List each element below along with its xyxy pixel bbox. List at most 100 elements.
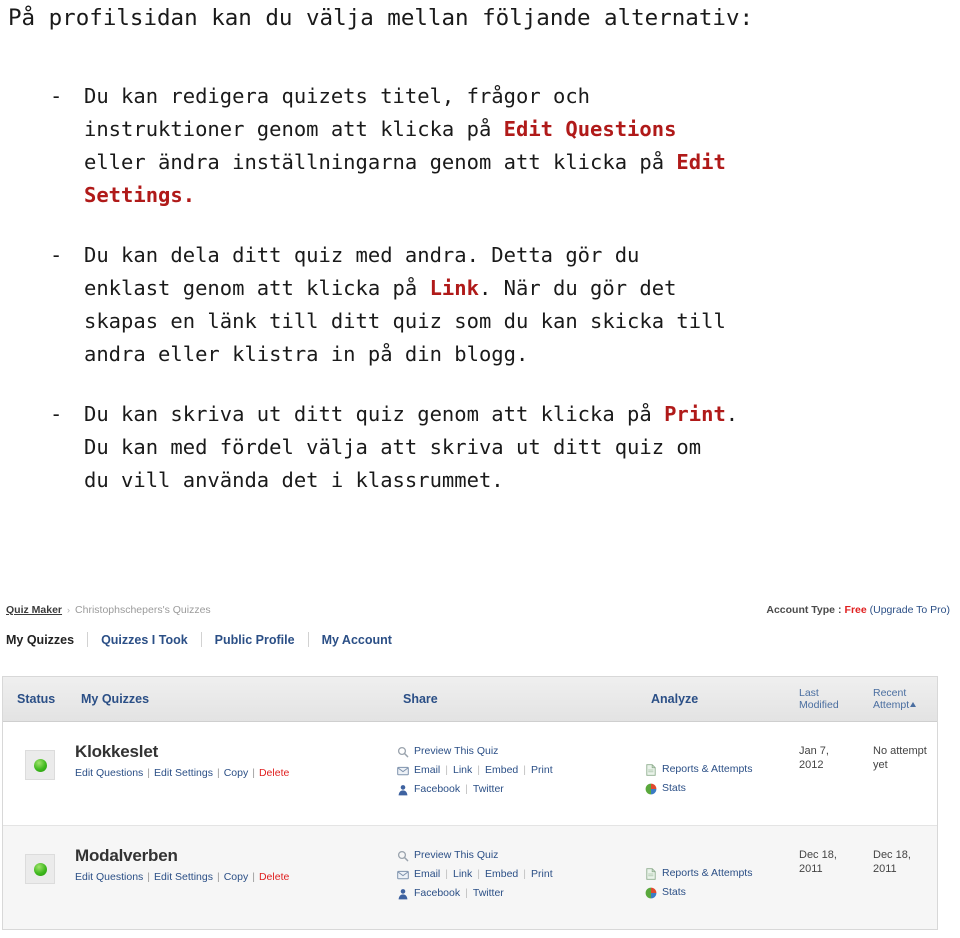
last-modified-value-line2: 2011: [799, 863, 823, 875]
search-icon: [397, 850, 409, 862]
cell-recent-attempt: No attempt yet: [867, 722, 937, 772]
bullet-item: - Du kan dela ditt quiz med andra. Detta …: [42, 239, 952, 371]
recent-attempt-line2: Attempt: [873, 699, 910, 711]
analyze-stats-row: Stats: [645, 779, 793, 798]
print-link[interactable]: Print: [531, 865, 553, 884]
action-separator: |: [216, 871, 220, 883]
breadcrumb-root-link[interactable]: Quiz Maker: [6, 604, 62, 616]
status-badge[interactable]: [25, 750, 55, 780]
reports-attempts-link[interactable]: Reports & Attempts: [662, 760, 752, 779]
person-icon: [397, 784, 409, 796]
edit-settings-link[interactable]: Edit Settings: [154, 871, 213, 883]
tab-quizzes-i-took[interactable]: Quizzes I Took: [88, 633, 201, 647]
embedded-app-screenshot: Quiz Maker › Christophschepers's Quizzes A…: [0, 596, 960, 938]
page-title: På profilsidan kan du välja mellan följa…: [8, 5, 754, 31]
share-social-row: Facebook | Twitter: [397, 884, 645, 903]
embed-link[interactable]: Embed: [485, 761, 518, 780]
share-separator: |: [523, 764, 527, 776]
column-header-my-quizzes[interactable]: My Quizzes: [75, 692, 397, 706]
bullet-item: - Du kan redigera quizets titel, frågor o…: [42, 80, 952, 212]
text-run: skapas en länk till ditt quiz som du kan…: [84, 309, 726, 334]
recent-attempt-value-line1: No attempt: [873, 745, 927, 757]
embed-link[interactable]: Embed: [485, 865, 518, 884]
account-plan-badge: Free: [844, 604, 867, 616]
share-social-row: Facebook | Twitter: [397, 780, 645, 799]
reports-attempts-link[interactable]: Reports & Attempts: [662, 864, 752, 883]
twitter-link[interactable]: Twitter: [473, 884, 504, 903]
quiz-actions: Edit Questions | Edit Settings | Copy | Delete: [75, 871, 397, 883]
delete-link[interactable]: Delete: [259, 767, 289, 779]
share-preview-row: Preview This Quiz: [397, 742, 645, 761]
facebook-link[interactable]: Facebook: [414, 780, 460, 799]
email-link[interactable]: Email: [414, 761, 440, 780]
last-modified-value-line2: 2012: [799, 759, 824, 771]
print-link[interactable]: Print: [531, 761, 553, 780]
delete-link[interactable]: Delete: [259, 871, 289, 883]
share-separator: |: [445, 764, 448, 776]
breadcrumb-separator: ›: [67, 605, 71, 615]
copy-link[interactable]: Copy: [224, 767, 249, 779]
preview-this-quiz-link[interactable]: Preview This Quiz: [414, 846, 498, 865]
column-header-recent-attempt[interactable]: Recent Attempt: [867, 687, 937, 711]
tab-my-account[interactable]: My Account: [309, 633, 405, 647]
last-modified-value-line1: Jan 7,: [799, 745, 829, 757]
analyze-reports-row: Reports & Attempts: [645, 760, 793, 779]
document-text-region: På profilsidan kan du välja mellan följa…: [0, 0, 960, 590]
document-icon: [645, 763, 657, 776]
share-separator: |: [477, 868, 480, 880]
table-header-row: Status My Quizzes Share Analyze Last Mod…: [3, 676, 937, 722]
column-header-last-modified[interactable]: Last Modified: [793, 687, 867, 711]
text-run: Du kan med fördel välja att skriva ut di…: [84, 435, 702, 460]
cell-quiz-name: Klokkeslet Edit Questions | Edit Settings | C…: [75, 722, 397, 779]
account-type-label: Account Type: [766, 604, 836, 616]
edit-settings-link[interactable]: Edit Settings: [154, 767, 213, 779]
last-modified-line2: Modified: [799, 699, 839, 711]
column-header-analyze[interactable]: Analyze: [645, 692, 793, 706]
bullet-item: - Du kan skriva ut ditt quiz genom att kl…: [42, 398, 952, 497]
quiz-title: Klokkeslet: [75, 742, 159, 761]
search-icon: [397, 746, 409, 758]
copy-link[interactable]: Copy: [224, 871, 249, 883]
text-run: eller ändra inställningarna genom att kl…: [84, 150, 677, 175]
tab-my-quizzes[interactable]: My Quizzes: [4, 633, 87, 647]
bullet-line: skapas en länk till ditt quiz som du kan…: [84, 305, 952, 338]
link-link[interactable]: Link: [453, 865, 472, 884]
text-run: Du kan dela ditt quiz med andra. Detta g…: [84, 243, 640, 268]
text-run: andra eller klistra in på din blogg.: [84, 342, 529, 367]
preview-this-quiz-link[interactable]: Preview This Quiz: [414, 742, 498, 761]
stats-link[interactable]: Stats: [662, 779, 686, 798]
ui-keyword: Edit: [676, 150, 726, 175]
status-badge[interactable]: [25, 854, 55, 884]
facebook-link[interactable]: Facebook: [414, 884, 460, 903]
share-separator: |: [465, 887, 468, 899]
table-row: Modalverben Edit Questions | Edit Settings |…: [3, 826, 937, 929]
pie-chart-icon: [645, 783, 657, 795]
upgrade-to-pro-link[interactable]: (Upgrade To Pro): [870, 604, 950, 616]
bullet-line: enklast genom att klicka på Link. När du…: [84, 272, 952, 305]
status-active-icon: [33, 862, 47, 876]
share-preview-row: Preview This Quiz: [397, 846, 645, 865]
edit-questions-link[interactable]: Edit Questions: [75, 871, 143, 883]
cell-analyze: Reports & Attempts Stats: [645, 722, 793, 798]
text-run: Du kan skriva ut ditt quiz genom att kli…: [84, 402, 665, 427]
account-type: Account Type: Free (Upgrade To Pro): [766, 604, 950, 616]
stats-link[interactable]: Stats: [662, 883, 686, 902]
cell-share: Preview This Quiz Email | Link | Embed | Print F…: [397, 722, 645, 799]
cell-last-modified: Dec 18, 2011: [793, 826, 867, 876]
bullet-line: eller ändra inställningarna genom att kl…: [84, 146, 952, 179]
link-link[interactable]: Link: [453, 761, 472, 780]
action-separator: |: [147, 767, 151, 779]
text-run: du vill använda det i klassrummet.: [84, 468, 504, 493]
bullet-line: Du kan dela ditt quiz med andra. Detta g…: [84, 239, 952, 272]
ui-keyword: Edit Questions: [503, 117, 677, 142]
column-header-share[interactable]: Share: [397, 692, 645, 706]
twitter-link[interactable]: Twitter: [473, 780, 504, 799]
cell-status: [3, 722, 75, 780]
sort-ascending-icon[interactable]: [910, 702, 917, 707]
edit-questions-link[interactable]: Edit Questions: [75, 767, 143, 779]
tab-public-profile[interactable]: Public Profile: [202, 633, 308, 647]
breadcrumb: Quiz Maker › Christophschepers's Quizzes: [6, 604, 211, 616]
column-header-status[interactable]: Status: [3, 692, 75, 706]
envelope-icon: [397, 765, 409, 777]
email-link[interactable]: Email: [414, 865, 440, 884]
